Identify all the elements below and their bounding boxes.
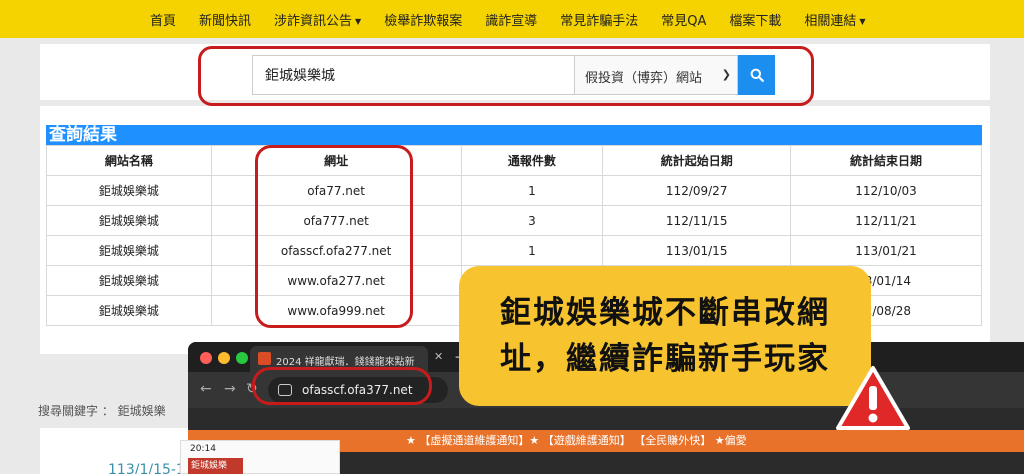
cell-report-count: 1	[460, 175, 604, 206]
cell-end-date: 112/10/03	[790, 175, 982, 206]
cell-site-name: 鉅城娛樂城	[46, 265, 212, 296]
warning-callout: 鉅城娛樂城不斷串改網 址，繼續詐騙新手玩家	[459, 266, 871, 406]
highlight-ring-search	[198, 46, 814, 106]
header-start-date: 統計起始日期	[602, 145, 792, 176]
table-row: 鉅城娛樂城 ofasscf.ofa277.net 1 113/01/15 113…	[46, 235, 982, 266]
cell-site-name: 鉅城娛樂城	[46, 205, 212, 236]
nav-item-faq[interactable]: 常見QA	[661, 10, 706, 29]
nav-item-news[interactable]: 新聞快訊	[199, 10, 251, 29]
header-end-date: 統計結束日期	[790, 145, 982, 176]
warning-triangle-icon	[836, 366, 910, 430]
forward-arrow-icon[interactable]: →	[224, 381, 236, 397]
cell-start-date: 112/11/15	[602, 205, 792, 236]
callout-line-1: 鉅城娛樂城不斷串改網	[500, 295, 830, 331]
cell-report-count: 3	[460, 205, 604, 236]
table-row: 鉅城娛樂城 ofa777.net 3 112/11/15 112/11/21	[46, 205, 982, 236]
header-report-count: 通報件數	[460, 145, 604, 176]
minimize-window-icon[interactable]	[218, 352, 230, 364]
table-header-row: 網站名稱 網址 通報件數 統計起始日期 統計結束日期	[46, 145, 982, 176]
search-keywords: 搜尋關鍵字 ： 鉅城娛樂	[38, 404, 166, 418]
cell-site-name: 鉅城娛樂城	[46, 235, 212, 266]
header-site-name: 網站名稱	[46, 145, 212, 176]
nav-item-related-links-label: 相關連結	[804, 13, 857, 29]
results-title: 查詢結果	[46, 125, 982, 145]
nav-item-related-links[interactable]: 相關連結 ▼	[804, 10, 865, 29]
caret-down-icon: ▼	[859, 16, 866, 26]
nav-item-common-scams[interactable]: 常見詐騙手法	[560, 10, 638, 29]
callout-line-2: 址，繼續詐騙新手玩家	[500, 341, 830, 377]
cell-site-name: 鉅城娛樂城	[46, 295, 212, 326]
nav-item-fraud-notices-label: 涉詐資訊公告	[274, 13, 353, 29]
nav-item-awareness[interactable]: 識詐宣導	[485, 10, 537, 29]
phone-site-logo: 鉅城娛樂	[188, 458, 243, 474]
phone-status-time: 20:14	[190, 444, 216, 454]
date-snippet: 113/1/15-1	[108, 462, 185, 474]
cell-end-date: 113/01/21	[790, 235, 982, 266]
top-navigation: 首頁 新聞快訊 涉詐資訊公告 ▼ 檢舉詐欺報案 識詐宣導 常見詐騙手法 常見QA …	[0, 0, 1024, 38]
site-favicon-icon	[258, 352, 271, 365]
nav-item-report[interactable]: 檢舉詐欺報案	[384, 10, 462, 29]
nav-item-downloads[interactable]: 檔案下載	[729, 10, 781, 29]
cell-site-name: 鉅城娛樂城	[46, 175, 212, 206]
maximize-window-icon[interactable]	[236, 352, 248, 364]
table-row: 鉅城娛樂城 ofa77.net 1 112/09/27 112/10/03	[46, 175, 982, 206]
highlight-ring-url-column	[255, 145, 413, 328]
back-arrow-icon[interactable]: ←	[200, 381, 212, 397]
highlight-ring-address	[252, 367, 432, 405]
close-window-icon[interactable]	[200, 352, 212, 364]
cell-end-date: 112/11/21	[790, 205, 982, 236]
cell-start-date: 112/09/27	[602, 175, 792, 206]
caret-down-icon: ▼	[355, 16, 362, 26]
close-tab-icon[interactable]: ✕	[434, 350, 443, 363]
cell-start-date: 113/01/15	[602, 235, 792, 266]
nav-item-home[interactable]: 首頁	[150, 10, 176, 29]
nav-item-fraud-notices[interactable]: 涉詐資訊公告 ▼	[274, 10, 361, 29]
cell-report-count: 1	[460, 235, 604, 266]
